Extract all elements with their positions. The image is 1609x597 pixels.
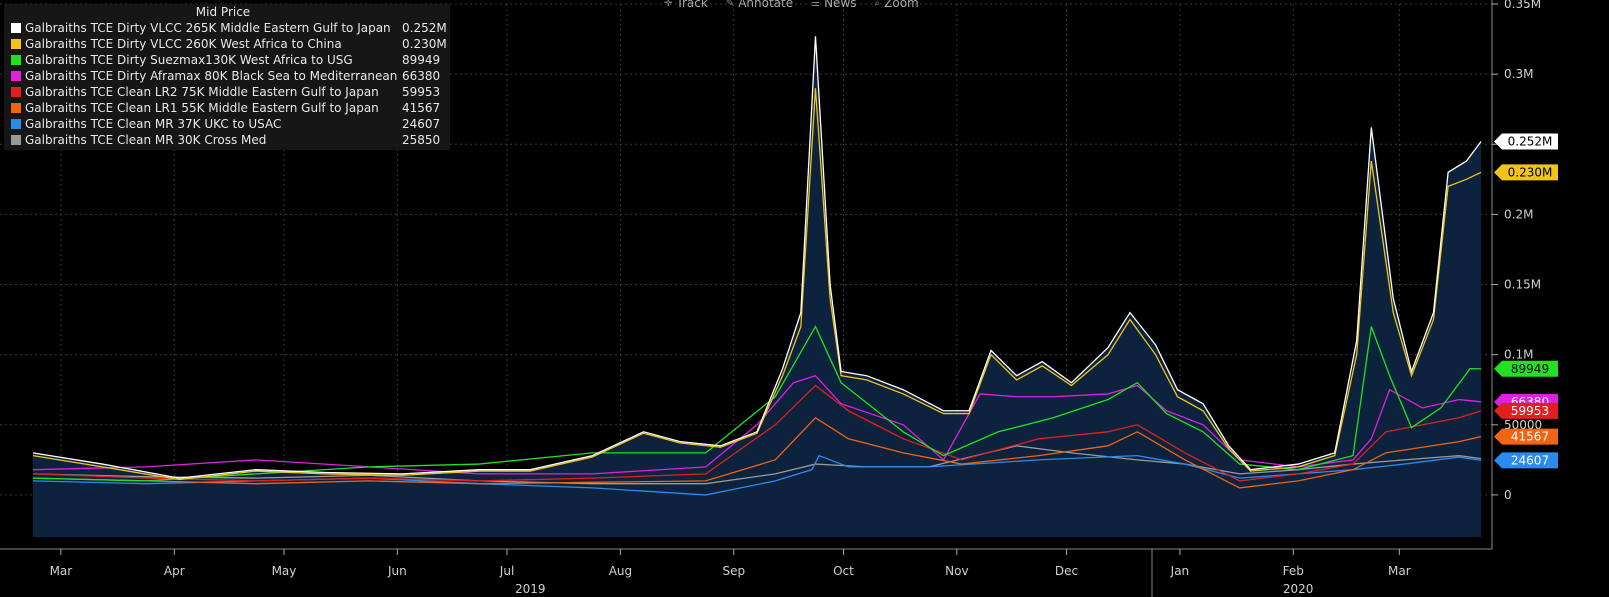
x-tick-label: Aug: [609, 564, 632, 578]
legend-swatch: [11, 39, 21, 49]
y-tick-label: 0.1M: [1504, 348, 1533, 362]
x-axis-ticks: Mar Apr May Jun Jul Aug Sep Oct Nov Dec Jan Feb Mar 2…: [50, 549, 1411, 596]
last-value-tag: 59953: [1494, 402, 1558, 419]
legend: Mid Price Galbraiths TCE Dirty VLCC 265K…: [4, 4, 450, 150]
legend-series-name: Galbraiths TCE Clean MR 37K UKC to USAC: [25, 117, 282, 131]
legend-swatch: [11, 103, 21, 113]
y-axis-ticks: 0.35M0.3M0.25M0.2M0.15M0.1M500000: [1492, 0, 1542, 502]
y-tick-label: 0: [1504, 488, 1512, 502]
legend-title: Mid Price: [195, 5, 251, 19]
legend-series-name: Galbraiths TCE Clean LR2 75K Middle East…: [25, 85, 379, 99]
toolbar-label: Annotate: [738, 0, 794, 10]
news-icon: ☰: [811, 0, 821, 9]
last-value-tag-text: 59953: [1511, 404, 1549, 418]
legend-series-value: 66380: [402, 69, 441, 83]
x-tick-label: Nov: [945, 564, 968, 578]
toolbar-track-button[interactable]: ✛ Track: [664, 0, 708, 10]
legend-series-value: 24607: [402, 117, 441, 131]
legend-swatch: [11, 135, 21, 145]
legend-swatch: [11, 119, 21, 129]
legend-series-name: Galbraiths TCE Clean LR1 55K Middle East…: [25, 101, 379, 115]
last-value-tag-text: 41567: [1511, 430, 1549, 444]
x-tick-label: Oct: [833, 564, 854, 578]
toolbar-label: Track: [676, 0, 708, 10]
legend-series-value: 89949: [402, 53, 441, 67]
x-tick-label: Jun: [387, 564, 407, 578]
x-tick-label: Apr: [164, 564, 185, 578]
magnifier-icon: ⌕: [874, 0, 881, 9]
legend-row: Galbraiths TCE Dirty VLCC 265K Middle Ea…: [4, 20, 450, 36]
toolbar-label: News: [824, 0, 857, 10]
x-year-label: 2019: [515, 582, 546, 596]
x-tick-label: Jan: [1170, 564, 1190, 578]
y-tick-label: 0.3M: [1504, 67, 1533, 81]
x-tick-label: Mar: [1388, 564, 1411, 578]
legend-row: Galbraiths TCE Clean LR1 55K Middle East…: [4, 100, 450, 116]
last-value-tag: 0.252M: [1494, 133, 1558, 150]
x-tick-label: Jul: [499, 564, 514, 578]
legend-series-value: 25850: [402, 133, 441, 147]
chart-toolbar: ✛ Track ✎ Annotate ☰ News ⌕ Zoom: [664, 0, 919, 10]
toolbar-label: Zoom: [884, 0, 919, 10]
legend-row: Galbraiths TCE Dirty Suezmax130K West Af…: [4, 52, 450, 68]
legend-series-name: Galbraiths TCE Clean MR 30K Cross Med: [25, 133, 267, 147]
legend-row: Galbraiths TCE Clean MR 37K UKC to USAC 2…: [4, 116, 450, 132]
last-value-tag-text: 89949: [1511, 362, 1549, 376]
x-year-label: 2020: [1283, 582, 1314, 596]
legend-row: Galbraiths TCE Clean MR 30K Cross Med 258…: [4, 132, 450, 148]
x-tick-label: May: [272, 564, 297, 578]
legend-swatch: [11, 55, 21, 65]
legend-series-value: 0.230M: [402, 37, 447, 51]
last-value-tag: 24607: [1494, 452, 1558, 469]
legend-series-value: 59953: [402, 85, 441, 99]
legend-series-name: Galbraiths TCE Dirty VLCC 265K Middle Ea…: [25, 21, 391, 35]
x-tick-label: Sep: [722, 564, 745, 578]
x-tick-label: Feb: [1283, 564, 1304, 578]
legend-swatch: [11, 87, 21, 97]
toolbar-news-button[interactable]: ☰ News: [811, 0, 856, 10]
y-tick-label: 0.15M: [1504, 278, 1541, 292]
x-tick-label: Mar: [50, 564, 73, 578]
x-tick-label: Dec: [1055, 564, 1078, 578]
legend-series-name: Galbraiths TCE Dirty Suezmax130K West Af…: [25, 53, 353, 67]
legend-row: Galbraiths TCE Dirty Aframax 80K Black S…: [4, 68, 450, 84]
y-tick-label: 0.2M: [1504, 207, 1533, 221]
last-value-tag-text: 24607: [1511, 453, 1549, 467]
legend-swatch: [11, 71, 21, 81]
legend-series-name: Galbraiths TCE Dirty Aframax 80K Black S…: [25, 69, 398, 83]
last-value-tag-text: 0.252M: [1508, 134, 1553, 148]
last-value-tag: 0.230M: [1494, 164, 1558, 181]
toolbar-annotate-button[interactable]: ✎ Annotate: [726, 0, 793, 10]
legend-row: Galbraiths TCE Dirty VLCC 260K West Afri…: [4, 36, 450, 52]
last-value-tag: 89949: [1494, 360, 1558, 377]
last-value-tag: 41567: [1494, 428, 1558, 445]
crosshair-icon: ✛: [664, 0, 673, 9]
legend-row: Galbraiths TCE Clean LR2 75K Middle East…: [4, 84, 450, 100]
toolbar-zoom-button[interactable]: ⌕ Zoom: [875, 0, 919, 10]
legend-swatch: [11, 23, 21, 33]
legend-series-value: 0.252M: [402, 21, 447, 35]
legend-series-value: 41567: [402, 101, 441, 115]
pencil-icon: ✎: [725, 0, 735, 9]
y-tick-label: 0.35M: [1504, 0, 1541, 11]
legend-series-name: Galbraiths TCE Dirty VLCC 260K West Afri…: [25, 37, 342, 51]
last-value-labels: 0.252M0.230M8994966380599534156724607: [1494, 133, 1558, 469]
last-value-tag-text: 0.230M: [1508, 165, 1553, 179]
